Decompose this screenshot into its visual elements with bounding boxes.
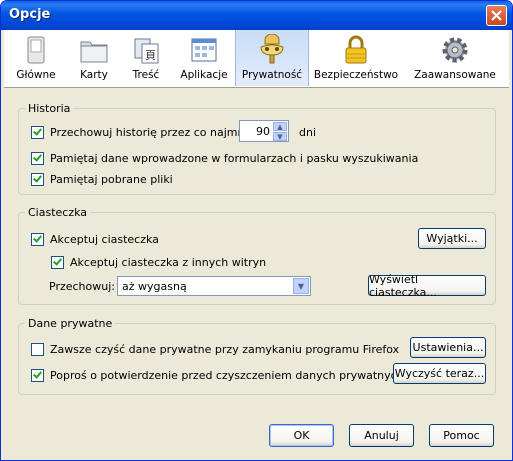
tab-applications[interactable]: Aplikacje: [174, 30, 234, 86]
tab-label: Zaawansowane: [414, 69, 496, 81]
clear-on-close-row[interactable]: Zawsze czyść dane prywatne przy zamykani…: [31, 343, 399, 356]
folder-tabs-icon: [80, 41, 108, 63]
tab-content[interactable]: 頁 Treść: [121, 30, 171, 86]
applications-icon: [191, 38, 217, 62]
content-page-icon: 頁: [134, 38, 159, 64]
tab-label: Aplikacje: [180, 69, 228, 81]
clear-on-close-label: Zawsze czyść dane prywatne przy zamykani…: [50, 343, 400, 356]
remember-forms-label: Pamiętaj dane wprowadzone w formularzach…: [50, 152, 419, 165]
keep-history-checkbox[interactable]: [31, 126, 44, 139]
close-icon: [491, 10, 502, 21]
svg-text:頁: 頁: [145, 49, 156, 62]
settings-button[interactable]: Ustawienia...: [410, 337, 486, 358]
tab-label: Treść: [132, 69, 160, 81]
gear-icon: [442, 37, 468, 63]
tab-tabs[interactable]: Karty: [68, 30, 120, 86]
accept-cookies-row[interactable]: Akceptuj ciasteczka: [31, 233, 159, 246]
accept-cookies-checkbox[interactable]: [31, 233, 44, 246]
third-party-cookies-checkbox[interactable]: [51, 256, 64, 269]
tab-label: Karty: [80, 69, 108, 81]
history-days-unit: dni: [299, 126, 317, 139]
close-button[interactable]: [486, 5, 507, 26]
cancel-button[interactable]: Anuluj: [349, 424, 414, 447]
remember-forms-checkbox[interactable]: [31, 152, 44, 165]
tab-label: Główne: [16, 69, 56, 81]
window-title: Opcje: [9, 7, 51, 22]
tab-label: Prywatność: [241, 69, 303, 81]
ask-before-clear-label: Poproś o potwierdzenie przed czyszczenie…: [50, 369, 404, 382]
ask-before-clear-checkbox[interactable]: [31, 369, 44, 382]
spin-down-icon[interactable]: ▼: [273, 132, 287, 141]
options-toolbar: Główne Karty 頁 Treść Aplikacje Prywatnoś…: [4, 30, 509, 88]
remember-downloads-label: Pamiętaj pobrane pliki: [50, 173, 173, 186]
spin-up-icon[interactable]: ▲: [273, 122, 287, 131]
third-party-cookies-row[interactable]: Akceptuj ciasteczka z innych witryn: [51, 256, 266, 269]
keep-history-checkbox-row[interactable]: Przechowuj historię przez co najmniej: [31, 126, 257, 139]
accept-cookies-label: Akceptuj ciasteczka: [50, 233, 159, 246]
tab-main[interactable]: Główne: [7, 30, 65, 86]
history-days-spinner[interactable]: 90 ▲ ▼: [239, 120, 289, 142]
tab-security[interactable]: Bezpieczeństwo: [310, 30, 402, 86]
clear-now-button[interactable]: Wyczyść teraz...: [393, 363, 486, 384]
remember-downloads-row[interactable]: Pamiętaj pobrane pliki: [31, 173, 173, 186]
cookies-group-title: Ciasteczka: [25, 206, 91, 219]
private-data-group-title: Dane prywatne: [25, 317, 116, 330]
tab-privacy[interactable]: Prywatność: [235, 30, 309, 86]
third-party-cookies-label: Akceptuj ciasteczka z innych witryn: [70, 256, 267, 269]
history-days-value: 90: [256, 125, 270, 138]
chevron-down-icon[interactable]: ▼: [293, 278, 309, 294]
remember-forms-row[interactable]: Pamiętaj dane wprowadzone w formularzach…: [31, 152, 418, 165]
keep-cookies-value: aż wygasną: [122, 280, 187, 293]
show-cookies-button[interactable]: Wyświetl ciasteczka...: [368, 273, 486, 299]
help-button[interactable]: Pomoc: [429, 424, 494, 447]
switch-icon: [27, 36, 45, 64]
tab-label: Bezpieczeństwo: [313, 69, 399, 81]
ask-before-clear-row[interactable]: Poproś o potwierdzenie przed czyszczenie…: [31, 369, 404, 382]
ok-button[interactable]: OK: [269, 424, 334, 447]
clear-on-close-checkbox[interactable]: [31, 343, 44, 356]
keep-cookies-label: Przechowuj:: [49, 280, 115, 293]
keep-history-label: Przechowuj historię przez co najmniej: [50, 126, 258, 139]
history-group-title: Historia: [25, 102, 74, 115]
private-data-group: Dane prywatne: [18, 317, 496, 395]
tab-advanced[interactable]: Zaawansowane: [405, 30, 505, 86]
exceptions-button[interactable]: Wyjątki...: [418, 228, 486, 249]
title-bar[interactable]: Opcje: [1, 1, 512, 30]
padlock-icon: [345, 35, 367, 64]
remember-downloads-checkbox[interactable]: [31, 173, 44, 186]
privacy-mask-icon: [260, 34, 284, 64]
keep-cookies-select[interactable]: aż wygasną ▼: [117, 276, 311, 296]
options-window: Opcje Główne Karty 頁 Treść Aplikacje Pry…: [0, 0, 513, 461]
